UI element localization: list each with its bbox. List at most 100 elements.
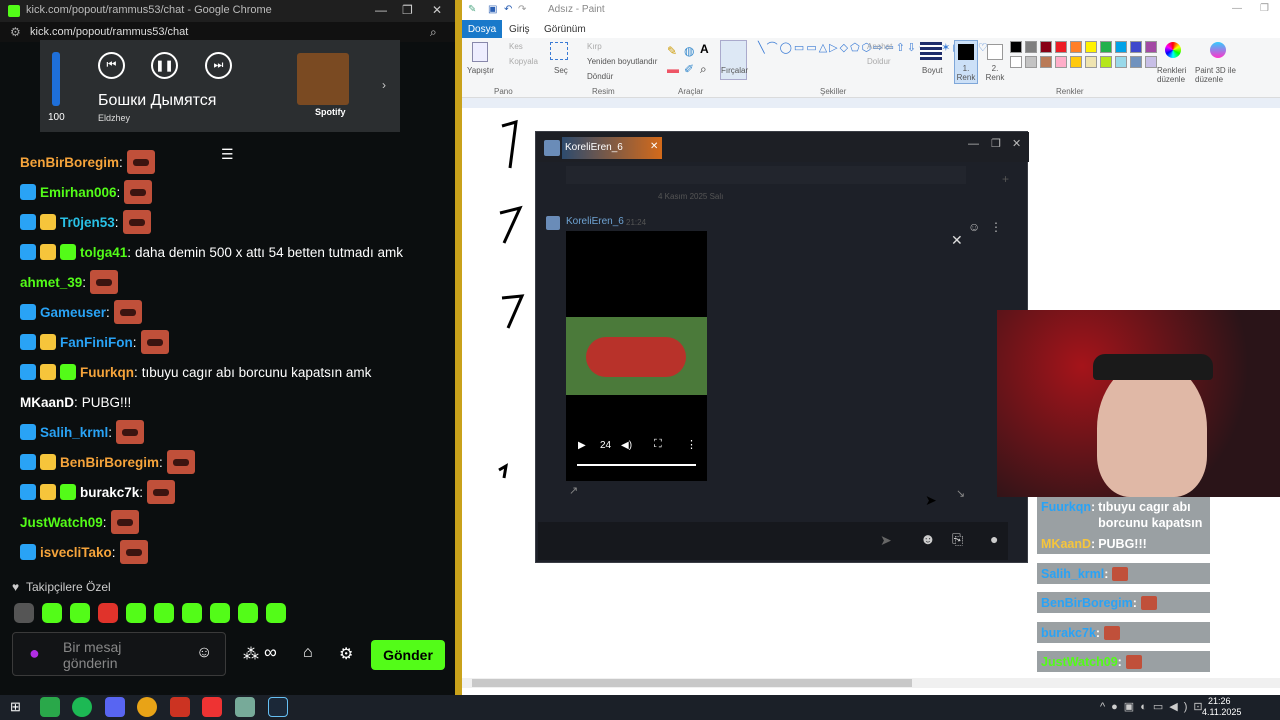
palette-swatch[interactable] — [1055, 56, 1067, 68]
select-icon[interactable] — [550, 42, 568, 60]
eraser-icon[interactable]: ▬ — [667, 62, 679, 76]
resize-button[interactable]: Yeniden boyutlandır — [587, 57, 657, 66]
crop-button[interactable]: Kırp — [587, 42, 602, 51]
emoji-reaction-icon[interactable]: ☺ — [968, 220, 980, 234]
palette-swatch[interactable] — [1145, 56, 1157, 68]
emote-quick-row[interactable] — [14, 603, 294, 628]
attach-icon[interactable]: ⎘ — [952, 531, 963, 548]
palette-swatch[interactable] — [1040, 56, 1052, 68]
volume-slider[interactable] — [52, 52, 60, 106]
voice-icon[interactable]: ● — [990, 531, 998, 547]
select-button[interactable]: Seç — [554, 66, 568, 75]
emote-icon[interactable] — [126, 603, 146, 623]
microphone-icon[interactable]: ● — [29, 643, 40, 664]
steam-minimize-button[interactable]: — — [968, 138, 979, 150]
emote-icon[interactable] — [14, 603, 34, 623]
search-icon[interactable]: ⌕ — [430, 25, 437, 40]
voicemod-icon[interactable] — [170, 697, 190, 717]
chat-username[interactable]: tolga41 — [80, 245, 127, 260]
chrome-taskbar-icon[interactable] — [137, 697, 157, 717]
youtube-icon[interactable] — [202, 697, 222, 717]
paste-button[interactable]: Yapıştır — [467, 66, 494, 75]
resize-arrow-icon[interactable]: ↘ — [956, 487, 965, 500]
save-icon[interactable]: ▣ — [488, 4, 497, 15]
minimize-button[interactable]: — — [375, 3, 387, 17]
steam-taskbar-icon[interactable] — [268, 697, 288, 717]
chat-username[interactable]: Fuurkqn — [80, 365, 134, 380]
rotate-button[interactable]: Döndür — [587, 72, 613, 81]
close-video-button[interactable]: ✕ — [951, 232, 963, 249]
emote-icon[interactable] — [238, 603, 258, 623]
size-icon[interactable] — [920, 42, 942, 60]
video-more-icon[interactable]: ⋮ — [686, 438, 697, 451]
video-embed[interactable]: ▶ 24 ◀) ⛶ ⋮ — [566, 231, 707, 481]
palette-swatch[interactable] — [1025, 56, 1037, 68]
redo-icon[interactable]: ↷ — [518, 4, 526, 15]
emote-icon[interactable] — [154, 603, 174, 623]
chat-username[interactable]: FanFiniFon — [60, 335, 133, 350]
steam-maximize-button[interactable]: ❐ — [991, 137, 1001, 150]
palette-swatch[interactable] — [1070, 41, 1082, 53]
previous-track-button[interactable]: ⏮ — [98, 52, 125, 79]
video-progress-bar[interactable] — [577, 464, 696, 466]
discord-icon[interactable] — [105, 697, 125, 717]
message-input[interactable]: ● Bir mesaj gönderin ☺ — [12, 632, 226, 676]
palette-swatch[interactable] — [1115, 41, 1127, 53]
paint-maximize-button[interactable]: ❐ — [1260, 3, 1269, 14]
palette-swatch[interactable] — [1130, 41, 1142, 53]
steam-send-icon[interactable]: ➤ — [880, 532, 892, 549]
site-settings-icon[interactable]: ⚙ — [10, 25, 21, 39]
shapes-gallery[interactable]: ╲⌒◯▭▭△▷◇⬠⬡⇨⇦⇧⇩✦☆✶◻◯♡ — [758, 42, 988, 78]
play-button[interactable]: ▶ — [578, 440, 586, 451]
close-button[interactable]: ✕ — [432, 3, 442, 17]
chat-username[interactable]: ahmet_39 — [20, 275, 82, 290]
emote-icon[interactable] — [42, 603, 62, 623]
tab-gorunum[interactable]: Görünüm — [544, 24, 586, 35]
chat-username[interactable]: BenBirBoregim — [20, 155, 119, 170]
add-friend-icon[interactable]: + — [1002, 172, 1009, 186]
volume-icon[interactable]: ◀) — [621, 440, 632, 451]
emote-icon[interactable] — [266, 603, 286, 623]
fill-icon[interactable]: ◍ — [684, 44, 694, 58]
address-bar[interactable]: ⚙ kick.com/popout/rammus53/chat ⌕ — [0, 22, 455, 42]
fill-shape-button[interactable]: Doldur — [867, 57, 891, 66]
chat-username[interactable]: Gameuser — [40, 305, 106, 320]
text-tool-icon[interactable]: A — [700, 42, 709, 56]
spotify-taskbar-icon[interactable] — [72, 697, 92, 717]
maximize-button[interactable]: ❐ — [402, 3, 413, 17]
palette-swatch[interactable] — [1145, 41, 1157, 53]
palette-swatch[interactable] — [1010, 41, 1022, 53]
copy-button[interactable]: Kopyala — [509, 57, 538, 66]
system-tray-icons[interactable]: ^●▣◐▭◀)⊡ — [1100, 700, 1209, 713]
close-tab-icon[interactable]: ✕ — [650, 141, 658, 152]
steam-emoticon-icon[interactable]: ☻ — [920, 531, 936, 548]
outline-button[interactable]: Anahat — [867, 42, 892, 51]
pause-button[interactable]: ❚❚ — [151, 52, 178, 79]
scrollbar-thumb[interactable] — [472, 679, 912, 687]
undo-icon[interactable]: ↶ — [504, 4, 512, 15]
open-external-icon[interactable]: ↗ — [569, 484, 578, 497]
palette-swatch[interactable] — [1070, 56, 1082, 68]
tab-giris[interactable]: Giriş — [509, 24, 530, 35]
chat-username[interactable]: burakc7k — [80, 485, 139, 500]
settings-gear-icon[interactable]: ⚙ — [339, 644, 353, 664]
shop-icon[interactable]: ⌂ — [303, 644, 313, 662]
palette-swatch[interactable] — [1085, 41, 1097, 53]
friend-tab[interactable]: KoreliEren_6 ✕ — [562, 137, 662, 159]
palette-swatch[interactable] — [1115, 56, 1127, 68]
color2-swatch[interactable] — [987, 44, 1003, 60]
paint3d-button[interactable]: Paint 3D ile düzenle — [1195, 66, 1241, 84]
palette-swatch[interactable] — [1025, 41, 1037, 53]
palette-swatch[interactable] — [1055, 41, 1067, 53]
palette-swatch[interactable] — [1010, 56, 1022, 68]
send-button[interactable]: Gönder — [371, 640, 445, 670]
palette-swatch[interactable] — [1040, 41, 1052, 53]
chat-username[interactable]: JustWatch09 — [20, 515, 103, 530]
palette-swatch[interactable] — [1100, 56, 1112, 68]
emote-icon[interactable] — [182, 603, 202, 623]
infinity-icon[interactable]: ∞ — [264, 642, 277, 663]
chat-username[interactable]: Emirhan006 — [40, 185, 117, 200]
edit-colors-icon[interactable] — [1165, 42, 1181, 58]
paint-horizontal-scrollbar[interactable] — [462, 678, 1280, 688]
emoji-icon[interactable]: ☺ — [196, 644, 212, 662]
